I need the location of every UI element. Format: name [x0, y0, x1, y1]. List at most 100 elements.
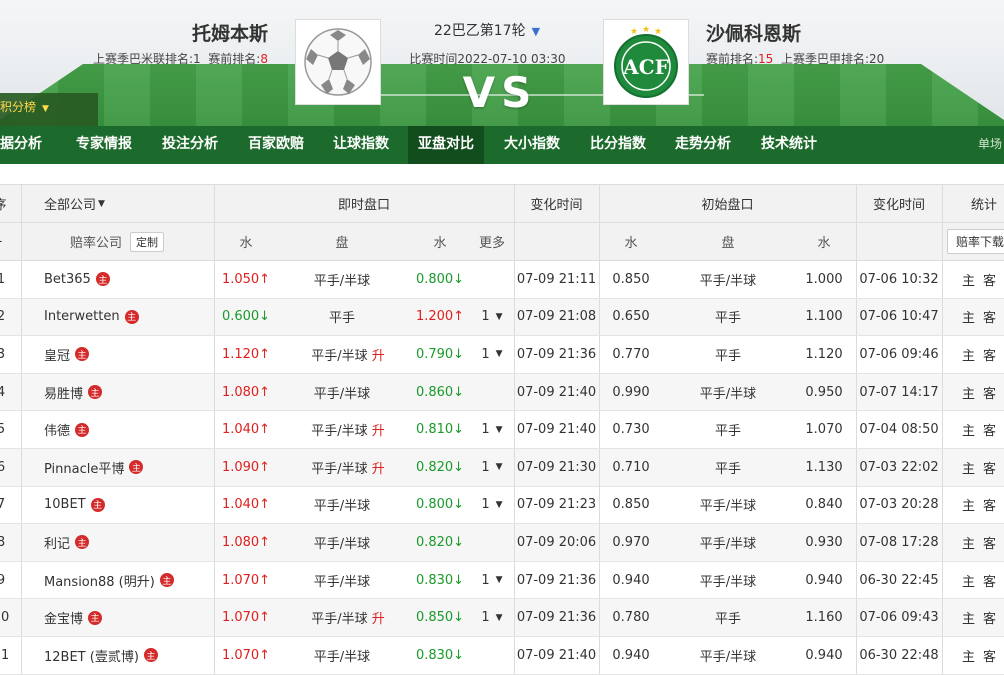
company-name[interactable]: Pinnacle平博 — [44, 458, 124, 477]
initial-change-time-header: 变化时间 — [872, 198, 925, 213]
more-select[interactable]: 1 ▼ — [472, 299, 512, 336]
home-team-name[interactable]: 托姆本斯 — [192, 19, 268, 46]
caret-down-icon: ▼ — [495, 499, 503, 510]
init-water1-col: 水 — [624, 236, 638, 251]
asian-handicap-table: 序 全部公司▼ 即时盘口 变化时间 初始盘口 变化时间 统计 - 赔率公司 定制… — [0, 184, 1004, 675]
stat-home-link[interactable]: 主 — [962, 420, 975, 439]
stat-home-link[interactable]: 主 — [962, 495, 975, 514]
live-water1: 1.050 ↑ — [214, 261, 278, 298]
round-selector[interactable]: 22巴乙第17轮 ▼ — [402, 20, 572, 40]
init-water1: 0.650 — [612, 309, 650, 325]
stat-home-link[interactable]: 主 — [962, 383, 975, 402]
caret-down-icon: ▼ — [495, 462, 503, 473]
init-water1: 0.710 — [612, 459, 650, 475]
company-name[interactable]: Bet365 — [44, 272, 91, 287]
stat-home-link[interactable]: 主 — [962, 533, 975, 552]
init-water2: 1.100 — [805, 309, 843, 325]
nav-tab-score-index[interactable]: 比分指数 — [590, 126, 646, 164]
more-select-value: 1 — [481, 497, 490, 513]
more-select[interactable]: 1 ▼ — [472, 562, 512, 599]
live-change-time: 07-09 21:30 — [516, 459, 597, 475]
away-rank-line: 赛前排名:15 上赛季巴甲排名:20 — [706, 50, 884, 67]
stat-away-link[interactable]: 客 — [983, 270, 996, 289]
init-water1: 0.940 — [612, 647, 650, 663]
company-name[interactable]: Mansion88 (明升) — [44, 571, 155, 590]
live-water1: 1.040 ↑ — [214, 487, 278, 524]
live-water2-value: 0.820 — [415, 459, 454, 475]
arrow-down-icon: ↓ — [453, 422, 465, 438]
live-handicap-value: 平手/半球 — [313, 649, 371, 665]
home-badge-icon: 主 — [88, 610, 103, 625]
stat-away-link[interactable]: 客 — [983, 608, 996, 627]
init-water2: 0.930 — [805, 534, 843, 550]
home-badge-icon: 主 — [90, 497, 105, 512]
table-row: 5 伟德主 1.040 ↑ 平手/半球升 0.810 ↓ 1 ▼ 07-09 21:40 0.730… — [0, 411, 1004, 449]
stat-home-link[interactable]: 主 — [962, 345, 975, 364]
company-filter[interactable]: 全部公司 ▼ — [44, 185, 164, 222]
init-handicap: 平手/半球 — [699, 536, 757, 552]
nav-tab-tech-stats[interactable]: 技术统计 — [761, 126, 817, 164]
away-team-logo[interactable]: ACF ★ ★ ★ — [603, 19, 689, 105]
stat-away-link[interactable]: 客 — [983, 458, 996, 477]
single-match-link[interactable]: 单场 — [978, 126, 1002, 164]
company-name[interactable]: 金宝博 — [44, 608, 83, 627]
company-name[interactable]: 10BET — [44, 497, 86, 512]
stat-home-link[interactable]: 主 — [962, 646, 975, 665]
nav-tab-expert-intel[interactable]: 专家情报 — [76, 126, 132, 164]
stat-away-link[interactable]: 客 — [983, 345, 996, 364]
stats-links: 主客同 — [942, 299, 1004, 336]
company-name[interactable]: 伟德 — [44, 420, 70, 439]
live-water2: 0.820 ↓ — [410, 524, 470, 561]
nav-tab-euro-odds[interactable]: 百家欧赔 — [248, 126, 304, 164]
live-water2-value: 0.860 — [415, 384, 454, 400]
stat-away-link[interactable]: 客 — [983, 533, 996, 552]
more-select[interactable]: 1 ▼ — [472, 449, 512, 486]
init-change-time: 07-03 22:02 — [859, 459, 939, 475]
stat-home-link[interactable]: 主 — [962, 458, 975, 477]
live-water2: 0.830 ↓ — [410, 637, 470, 674]
nav-tab-data-analysis[interactable]: 数据分析 — [0, 126, 42, 164]
table-sub-header: - 赔率公司 定制 水 盘 水 更多 水 盘 水 赔率下载 — [0, 223, 1004, 261]
stat-home-link[interactable]: 主 — [962, 270, 975, 289]
home-team-logo[interactable] — [295, 19, 381, 105]
stat-away-link[interactable]: 客 — [983, 495, 996, 514]
stat-away-link[interactable]: 客 — [983, 571, 996, 590]
company-name[interactable]: Interwetten — [44, 309, 120, 324]
live-water1-value: 1.040 — [221, 422, 260, 438]
more-select[interactable]: 1 ▼ — [472, 411, 512, 448]
nav-tab-trend-analysis[interactable]: 走势分析 — [675, 126, 731, 164]
live-handicap: 平手/半球升 — [306, 336, 390, 373]
arrow-down-icon: ↓ — [453, 572, 465, 588]
stat-away-link[interactable]: 客 — [983, 646, 996, 665]
live-handicap-value: 平手/半球 — [313, 574, 371, 590]
more-select[interactable]: 1 ▼ — [472, 487, 512, 524]
init-handicap: 平手/半球 — [699, 386, 757, 402]
more-select-value: 1 — [481, 309, 490, 325]
stat-away-link[interactable]: 客 — [983, 420, 996, 439]
stat-away-link[interactable]: 客 — [983, 307, 996, 326]
company-name[interactable]: 皇冠 — [44, 345, 70, 364]
nav-tab-bet-analysis[interactable]: 投注分析 — [162, 126, 218, 164]
nav-tab-over-under[interactable]: 大小指数 — [504, 126, 560, 164]
stat-away-link[interactable]: 客 — [983, 383, 996, 402]
stat-home-link[interactable]: 主 — [962, 608, 975, 627]
initial-odds-header: 初始盘口 — [701, 198, 754, 213]
company-name[interactable]: 12BET (壹贰博) — [44, 646, 139, 665]
more-select[interactable]: 1 ▼ — [472, 599, 512, 636]
live-water1-value: 0.600 — [221, 309, 260, 325]
more-select[interactable]: 1 ▼ — [472, 336, 512, 373]
away-team-name[interactable]: 沙佩科恩斯 — [706, 19, 801, 46]
stat-home-link[interactable]: 主 — [962, 571, 975, 590]
stat-home-link[interactable]: 主 — [962, 307, 975, 326]
customize-button[interactable]: 定制 — [130, 231, 165, 252]
standings-dropdown[interactable]: 赛前积分榜 ▼ — [0, 93, 98, 126]
more-select-value: 1 — [481, 459, 490, 475]
company-name[interactable]: 易胜博 — [44, 383, 83, 402]
nav-tab-handicap-index[interactable]: 让球指数 — [333, 126, 389, 164]
odds-download-button[interactable]: 赔率下载 — [947, 229, 1004, 254]
nav-tab-asian-handicap[interactable]: 亚盘对比 — [408, 126, 484, 164]
company-name[interactable]: 利记 — [44, 533, 70, 552]
live-change-time: 07-09 21:11 — [516, 271, 597, 287]
live-handicap: 平手/半球 — [300, 524, 384, 561]
crest-letters: ACF — [622, 55, 669, 79]
